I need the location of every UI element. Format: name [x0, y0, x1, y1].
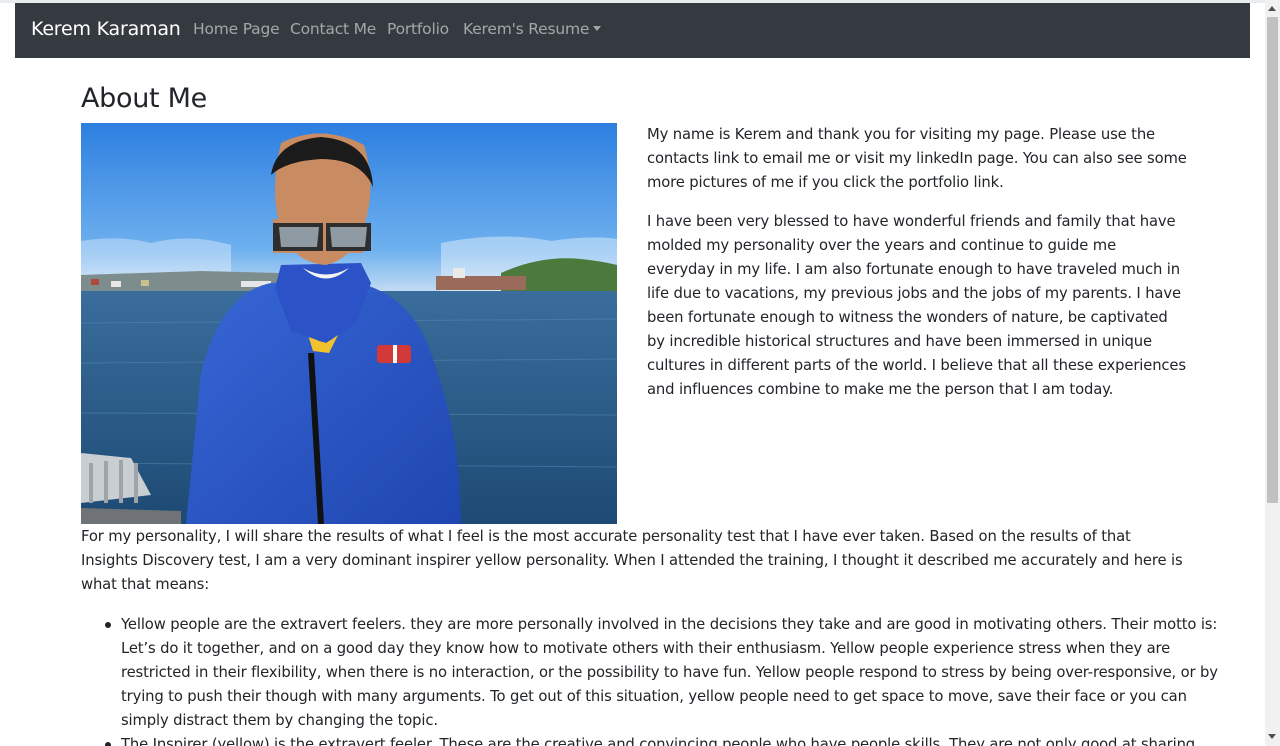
personality-intro-paragraph: For my personality, I will share the res… [81, 528, 1183, 593]
top-navbar: Kerem Karaman Home Page Contact Me Portf… [15, 3, 1250, 58]
nav-resume-dropdown-label: Kerem's Resume [463, 20, 590, 38]
list-item: Yellow people are the extravert feelers.… [105, 613, 1223, 733]
nav-contact-me-link[interactable]: Contact Me [290, 20, 376, 38]
nav-resume-dropdown[interactable]: Kerem's Resume [463, 20, 602, 38]
intro-paragraph-1: My name is Kerem and thank you for visit… [647, 126, 1187, 191]
personality-traits-list: Yellow people are the extravert feelers.… [81, 613, 1223, 746]
profile-photo-drawing [81, 123, 617, 524]
page: Kerem Karaman Home Page Contact Me Portf… [0, 0, 1265, 746]
nav-portfolio-link[interactable]: Portfolio [387, 20, 449, 38]
nav-home-page-link[interactable]: Home Page [193, 20, 280, 38]
profile-photo [81, 123, 617, 524]
list-item: The Inspirer (yellow) is the extravert f… [105, 733, 1223, 746]
caret-down-icon [593, 26, 602, 31]
scroll-up-arrow-icon[interactable] [1268, 6, 1276, 11]
vertical-scrollbar[interactable] [1265, 0, 1280, 746]
page-title: About Me [81, 83, 207, 114]
navbar-brand[interactable]: Kerem Karaman [31, 18, 181, 40]
scroll-down-arrow-icon[interactable] [1268, 734, 1276, 739]
scrollbar-thumb[interactable] [1267, 17, 1278, 503]
intro-paragraph-2: I have been very blessed to have wonderf… [647, 213, 1186, 398]
